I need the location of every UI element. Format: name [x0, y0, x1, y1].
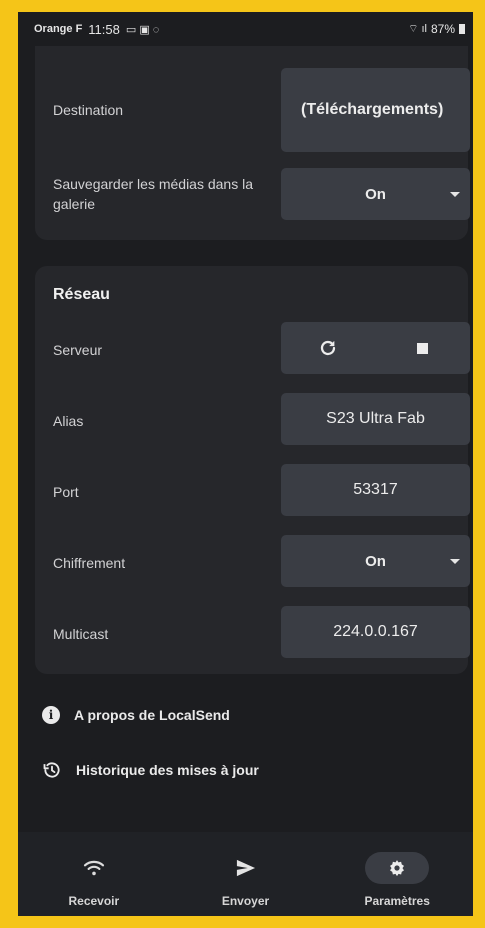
chevron-down-icon	[450, 192, 460, 197]
battery-percent: 87%	[430, 22, 455, 36]
destination-label: Destination	[53, 102, 124, 118]
app-frame: Orange F 11:58 ▭ ▣ ◌ ⌔ ıl 87% Destinatio…	[18, 12, 473, 916]
network-settings-card: Réseau Serveur Alias S23 Ultra Fab Port	[35, 266, 470, 674]
nav-receive-label: Recevoir	[68, 894, 120, 908]
history-label: Historique des mises à jour	[76, 762, 259, 778]
chevron-down-icon	[450, 559, 460, 564]
restart-server-button[interactable]	[281, 322, 376, 374]
stop-server-button[interactable]	[376, 322, 471, 374]
server-label: Serveur	[53, 342, 103, 358]
signal-icon: ⌔ ıl	[408, 23, 427, 35]
history-link[interactable]: Historique des mises à jour	[42, 760, 259, 780]
bottom-navigation: Recevoir Envoyer Paramètres	[18, 832, 473, 916]
port-label: Port	[53, 484, 79, 500]
about-link[interactable]: i A propos de LocalSend	[42, 706, 230, 724]
port-input[interactable]: 53317	[281, 464, 470, 516]
status-bar: Orange F 11:58 ▭ ▣ ◌ ⌔ ıl 87%	[18, 12, 473, 46]
send-icon	[236, 859, 255, 877]
encryption-dropdown[interactable]: On	[281, 535, 470, 587]
status-left: Orange F 11:58 ▭ ▣ ◌	[34, 22, 159, 37]
battery-icon	[459, 24, 465, 34]
encryption-label: Chiffrement	[53, 555, 126, 571]
encryption-value: On	[365, 552, 386, 570]
wifi-icon	[83, 860, 104, 876]
server-controls	[281, 322, 470, 374]
nav-settings[interactable]: Paramètres	[321, 832, 473, 916]
alias-label: Alias	[53, 413, 84, 429]
carrier-name: Orange F	[34, 23, 83, 35]
port-value: 53317	[353, 481, 398, 498]
stop-icon	[417, 342, 429, 354]
gallery-label: Sauvegarder les médias dans la galerie	[53, 176, 254, 212]
notification-icons: ▭ ▣ ◌	[125, 23, 160, 36]
clock: 11:58	[88, 21, 120, 37]
section-title: Réseau	[53, 286, 110, 303]
multicast-label: Multicast	[53, 626, 109, 642]
multicast-value: 224.0.0.167	[333, 623, 418, 640]
alias-value: S23 Ultra Fab	[326, 410, 425, 427]
alias-input[interactable]: S23 Ultra Fab	[281, 393, 470, 445]
nav-send[interactable]: Envoyer	[170, 832, 322, 916]
refresh-icon	[321, 340, 336, 356]
gallery-dropdown[interactable]: On	[281, 168, 470, 220]
history-icon	[42, 760, 62, 780]
info-icon: i	[42, 706, 60, 724]
nav-settings-label: Paramètres	[364, 894, 430, 908]
status-right: ⌔ ıl 87%	[408, 22, 465, 36]
about-label: A propos de LocalSend	[74, 707, 230, 723]
destination-button[interactable]: (Téléchargements)	[281, 68, 470, 152]
gear-icon	[390, 860, 405, 877]
gallery-value: On	[365, 185, 386, 203]
multicast-input[interactable]: 224.0.0.167	[281, 606, 470, 658]
storage-settings-card: Destination (Téléchargements) Sauvegarde…	[35, 46, 470, 240]
nav-receive[interactable]: Recevoir	[18, 832, 170, 916]
nav-send-label: Envoyer	[221, 894, 270, 908]
destination-value: (Téléchargements)	[301, 101, 444, 118]
